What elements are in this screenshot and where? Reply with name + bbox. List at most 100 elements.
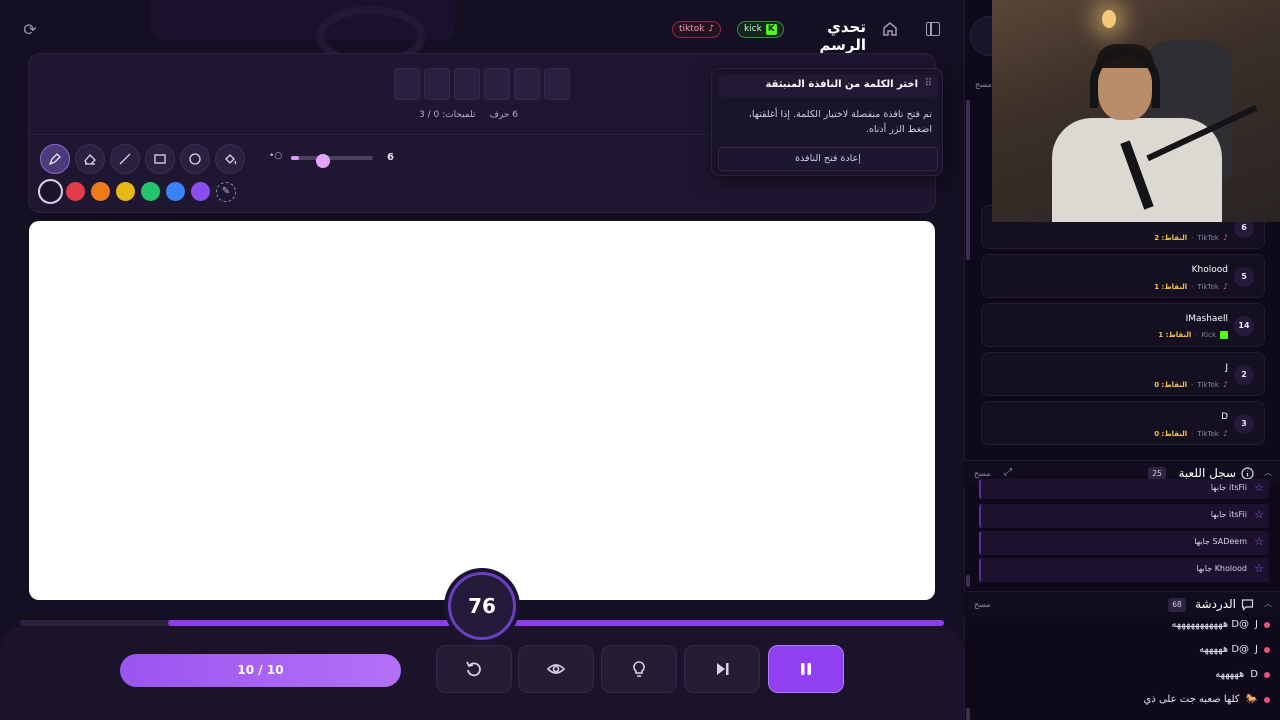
expand-icon[interactable]: ⤢ [1004,467,1012,478]
pen-icon [48,153,61,166]
user-dot [1264,621,1270,628]
scrollbar[interactable] [966,100,970,260]
star-icon: ☆ [1254,508,1264,521]
sidebar-toggle-icon[interactable] [926,22,940,36]
popup-message: تم فتح نافذة منفصلة لاختيار الكلمة. إذا … [748,109,932,135]
tiktok-label: tiktok [679,24,705,34]
leaderboard-row: 14 IMashaell Kick · النقاط: 1 [981,303,1265,347]
star-icon: ☆ [1254,481,1264,494]
leaderboard-row: 2 J ♪ TikTok · النقاط: 0 [981,352,1265,396]
platform-label: TikTok [1197,380,1219,389]
separator: · [1191,380,1194,389]
chat-user: J [1255,619,1258,630]
points-label: النقاط: 1 [1158,331,1192,339]
separator: · [1191,233,1194,242]
separator: · [1191,282,1194,291]
letter-slot [454,68,480,100]
color-swatch[interactable] [116,182,135,201]
clear-leaderboard-button[interactable]: مسح [975,80,992,89]
log-entry: ☆ SADeem جابها [979,531,1269,555]
color-swatch[interactable] [166,182,185,201]
tiktok-icon: ♪ [1222,282,1228,291]
eraser-tool-button[interactable] [75,144,105,174]
tiktok-status-pill[interactable]: tiktok ♪ [672,21,722,38]
color-swatch[interactable] [91,182,110,201]
skip-button[interactable] [684,645,760,693]
chat-count: 68 [1168,598,1186,612]
platform-label: TikTok [1197,282,1219,291]
chat-scrollbar[interactable] [966,708,970,720]
round-counter: 10 / 10 [120,654,401,687]
tiktok-icon: ♪ [1222,380,1228,389]
refresh-icon[interactable]: ⟳ [20,20,40,40]
pause-button[interactable] [768,645,844,693]
hint-count: تلميحات: 0 / 3 [419,110,476,120]
chevron-up-icon[interactable]: ︿ [1264,467,1272,478]
log-entry-text: itsFii جابها [1210,510,1247,519]
star-icon: ☆ [1254,562,1264,575]
chat-user: J [1255,644,1258,655]
webcam-lamp [1102,10,1116,28]
circle-tool-button[interactable] [180,144,210,174]
color-swatch[interactable] [66,182,85,201]
pen-tool-button[interactable] [40,144,70,174]
top-bar: ⟳ tiktok ♪ kick K تحدي الرسم [0,0,964,66]
word-slots [394,68,570,100]
rank-badge: 14 [1234,316,1254,336]
player-meta: ♪ TikTok · النقاط: 1 [1154,282,1228,291]
home-icon[interactable] [882,21,898,37]
rank-badge: 5 [1234,267,1254,287]
skip-forward-icon [717,663,729,675]
chevron-up-icon[interactable]: ︿ [1264,598,1272,609]
lightbulb-icon [633,661,645,677]
letter-slot [544,68,570,100]
timer-progress-fill [168,620,944,626]
log-entry: ☆ Kholood جابها [979,558,1269,582]
chat-user: D [1250,669,1258,680]
color-swatch[interactable] [191,182,210,201]
letter-slot [514,68,540,100]
platform-label: TikTok [1197,233,1219,242]
points-label: النقاط: 0 [1154,380,1188,389]
line-tool-button[interactable] [110,144,140,174]
color-swatch[interactable] [141,182,160,201]
reopen-window-button[interactable]: إعادة فتح النافذة [718,147,938,171]
word-select-popup: اختر الكلمة من النافذة المنبثقة ⠿ تم فتح… [711,68,943,176]
player-name: Kholood [1191,265,1228,275]
drag-handle-icon[interactable]: ⠿ [925,78,932,89]
chat-user: 🐎 [1245,694,1258,705]
brush-size-slider[interactable]: •○ [269,151,399,168]
drawing-canvas[interactable] [29,221,935,600]
clear-log-button[interactable]: مسح [974,469,991,478]
player-name: D [1221,412,1228,422]
slider-track[interactable] [291,154,373,168]
chat-message: J @D هههههههههههه [1171,619,1270,630]
hint-button[interactable] [601,645,677,693]
rectangle-tool-button[interactable] [145,144,175,174]
tiktok-icon: ♪ [1222,429,1228,438]
paint-bucket-icon [225,154,237,165]
slider-fill [291,156,299,160]
fill-tool-button[interactable] [215,144,245,174]
letter-count: 6 حرف [489,110,519,120]
log-scrollbar[interactable] [966,575,970,587]
chat-header[interactable]: ︿ الدردشة 68 مسح [964,591,1280,617]
tiktok-icon: ♪ [1222,233,1228,242]
star-icon: ☆ [1254,535,1264,548]
player-name: IMashaell [1185,314,1228,324]
reveal-button[interactable] [518,645,594,693]
slider-knob[interactable] [316,154,330,168]
color-picker-icon[interactable]: ✎ [216,182,236,202]
color-swatch[interactable] [38,179,63,204]
separator: · [1191,429,1194,438]
undo-icon [466,661,481,677]
player-meta: ♪ TikTok · النقاط: 0 [1154,429,1228,438]
platform-label: TikTok [1197,429,1219,438]
clear-chat-button[interactable]: مسح [974,600,991,609]
leaderboard-row: 3 D ♪ TikTok · النقاط: 0 [981,401,1265,445]
leaderboard-row: 5 Kholood ♪ TikTok · النقاط: 1 [981,254,1265,298]
platform-label: Kick [1201,331,1216,339]
rank-badge: 2 [1234,365,1254,385]
restart-button[interactable] [436,645,512,693]
chat-text: @D هههههههههههه [1171,619,1250,630]
